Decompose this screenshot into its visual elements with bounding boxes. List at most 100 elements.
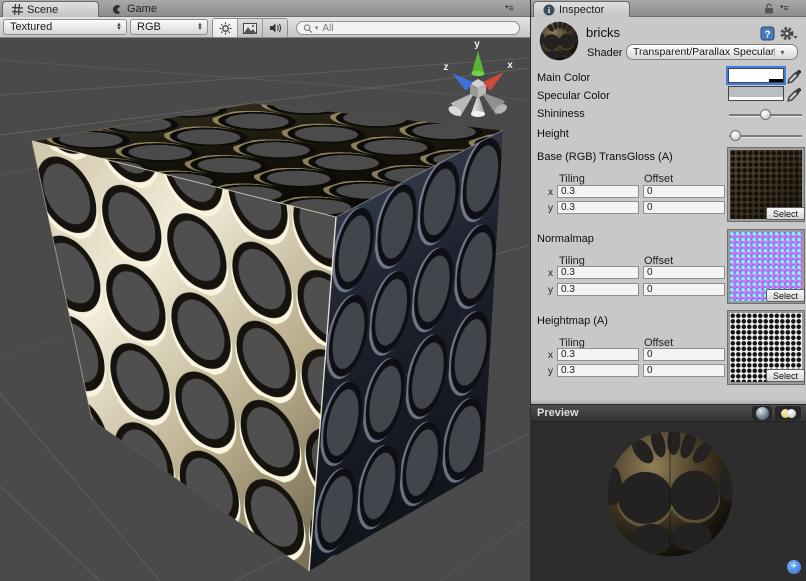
scene-search-field[interactable]: ▾ xyxy=(296,21,520,35)
gizmo-x-axis[interactable] xyxy=(483,72,504,91)
shininess-label: Shininess xyxy=(537,108,585,120)
lighting-toggle-button[interactable] xyxy=(213,19,238,37)
preview-viewport[interactable]: + xyxy=(531,422,806,581)
preview-material-sphere xyxy=(605,429,735,559)
gizmo-x-label: x xyxy=(507,60,513,71)
specular-color-eyedropper-icon[interactable] xyxy=(787,87,802,102)
gizmo-y-label: y xyxy=(474,39,480,50)
main-color-eyedropper-icon[interactable] xyxy=(787,69,802,84)
draw-mode-value: Textured xyxy=(10,21,112,33)
add-assetbundle-button[interactable]: + xyxy=(787,560,801,574)
cube-object[interactable] xyxy=(32,103,503,571)
main-color-alpha-bar xyxy=(729,79,783,82)
tiling-y-field[interactable] xyxy=(557,283,639,296)
scene-tabbar: Scene Game ▾≡ xyxy=(0,0,530,17)
scene-panel-menu-icon[interactable]: ▾≡ xyxy=(505,3,514,13)
preview-mesh-button[interactable] xyxy=(752,406,772,420)
svg-text:?: ? xyxy=(764,30,770,41)
inspector-panel: i Inspector ▾≡ bricks Shader Transparent… xyxy=(530,0,806,581)
offset-x-field[interactable] xyxy=(643,266,725,279)
color-mode-dropdown[interactable]: RGB ▲▼ xyxy=(130,19,208,35)
offset-x-field[interactable] xyxy=(643,185,725,198)
material-name: bricks xyxy=(586,25,620,40)
preview-header: Preview xyxy=(531,404,806,422)
normalmap-select-button[interactable]: Select xyxy=(766,289,805,302)
tab-scene[interactable]: Scene xyxy=(2,1,99,17)
x-axis-label: x xyxy=(548,268,553,279)
lighting-icon xyxy=(781,409,796,418)
texture-section-label: Base (RGB) TransGloss (A) xyxy=(537,151,673,163)
unity-editor-window: Scene Game ▾≡ Textured ▲▼ RGB ▲▼ xyxy=(0,0,806,581)
shader-value: Transparent/Parallax Specular xyxy=(633,46,774,58)
offset-x-field[interactable] xyxy=(643,348,725,361)
base-texture-select-button[interactable]: Select xyxy=(766,207,805,220)
gizmo-y-axis[interactable] xyxy=(472,51,485,74)
y-axis-label: y xyxy=(548,285,553,296)
scene-toolbar: Textured ▲▼ RGB ▲▼ xyxy=(0,17,530,38)
tiling-y-field[interactable] xyxy=(557,364,639,377)
image-icon xyxy=(243,23,257,34)
gizmo-z-label: z xyxy=(444,62,449,73)
tiling-x-field[interactable] xyxy=(557,185,639,198)
shader-label: Shader xyxy=(587,47,622,59)
scene-panel: Scene Game ▾≡ Textured ▲▼ RGB ▲▼ xyxy=(0,0,530,581)
shininess-slider[interactable] xyxy=(729,109,802,121)
search-input[interactable] xyxy=(320,22,513,35)
lock-icon[interactable] xyxy=(764,3,774,14)
x-axis-label: x xyxy=(548,350,553,361)
tab-game[interactable]: Game xyxy=(103,1,166,17)
game-icon xyxy=(112,4,123,15)
scene-view-toggles xyxy=(212,18,288,38)
offset-header: Offset xyxy=(644,173,673,185)
tab-inspector-label: Inspector xyxy=(559,4,604,16)
search-icon xyxy=(303,23,313,34)
skybox-toggle-button[interactable] xyxy=(238,19,263,37)
preview-title: Preview xyxy=(537,407,749,419)
texture-section-label: Normalmap xyxy=(537,233,594,245)
scene-gizmo[interactable]: y x z xyxy=(444,39,514,118)
preview-lighting-button[interactable] xyxy=(775,406,801,420)
gear-icon[interactable] xyxy=(780,26,798,41)
x-axis-label: x xyxy=(548,187,553,198)
main-color-label: Main Color xyxy=(537,72,590,84)
inspector-body: bricks Shader Transparent/Parallax Specu… xyxy=(531,17,806,398)
heightmap-select-button[interactable]: Select xyxy=(766,369,805,382)
y-axis-label: y xyxy=(548,203,553,214)
height-slider-handle[interactable] xyxy=(730,130,741,141)
shader-dropdown[interactable]: Transparent/Parallax Specular ▾ xyxy=(626,44,798,60)
specular-color-alpha-bar xyxy=(729,97,783,100)
tiling-x-field[interactable] xyxy=(557,348,639,361)
scene-viewport[interactable]: y x z xyxy=(0,38,530,581)
inspector-panel-menu-icon[interactable]: ▾≡ xyxy=(780,3,789,13)
speaker-icon xyxy=(269,22,282,34)
dropdown-arrows-icon: ▲▼ xyxy=(197,23,203,31)
sphere-icon xyxy=(756,407,769,420)
sun-icon xyxy=(219,22,232,35)
shininess-slider-handle[interactable] xyxy=(760,109,771,120)
height-slider[interactable] xyxy=(729,130,802,142)
tab-inspector[interactable]: i Inspector xyxy=(533,1,630,17)
color-mode-value: RGB xyxy=(137,21,193,33)
material-preview-ball[interactable] xyxy=(539,21,579,61)
height-label: Height xyxy=(537,128,569,140)
tab-game-label: Game xyxy=(127,3,157,15)
draw-mode-dropdown[interactable]: Textured ▲▼ xyxy=(3,19,127,35)
offset-y-field[interactable] xyxy=(643,201,725,214)
texture-section-label: Heightmap (A) xyxy=(537,315,608,327)
offset-y-field[interactable] xyxy=(643,364,725,377)
info-icon: i xyxy=(543,4,555,16)
offset-y-field[interactable] xyxy=(643,283,725,296)
help-icon[interactable]: ? xyxy=(760,26,775,41)
dropdown-arrows-icon: ▲▼ xyxy=(116,23,122,31)
specular-color-label: Specular Color xyxy=(537,90,610,102)
specular-color-swatch[interactable] xyxy=(728,86,784,101)
chevron-down-icon: ▾ xyxy=(774,48,784,57)
scene-grid-icon xyxy=(12,4,23,15)
tiling-x-field[interactable] xyxy=(557,266,639,279)
search-filter-arrow-icon[interactable]: ▾ xyxy=(315,24,319,32)
tiling-y-field[interactable] xyxy=(557,201,639,214)
inspector-tabbar: i Inspector ▾≡ xyxy=(531,0,806,17)
tab-scene-label: Scene xyxy=(27,4,58,16)
audio-toggle-button[interactable] xyxy=(263,19,287,37)
main-color-swatch[interactable] xyxy=(728,68,784,83)
